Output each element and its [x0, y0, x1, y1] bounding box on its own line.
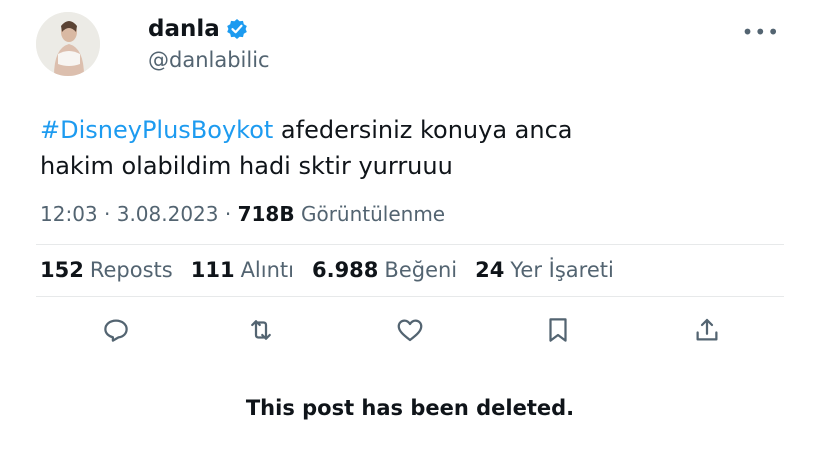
bookmark-icon[interactable]	[534, 306, 582, 354]
like-icon[interactable]	[386, 306, 434, 354]
tweet-header: danla @danlabilic •••	[36, 12, 796, 78]
avatar[interactable]	[36, 12, 100, 76]
meta-separator: ·	[224, 202, 232, 226]
quotes-label: Alıntı	[240, 258, 294, 282]
likes-stat[interactable]: 6.988 Beğeni	[312, 258, 457, 282]
divider	[36, 244, 784, 245]
divider	[36, 296, 784, 297]
verified-badge-icon	[226, 18, 248, 40]
views-label: Görüntülenme	[300, 202, 446, 226]
reposts-label: Reposts	[89, 258, 173, 282]
tweet-time[interactable]: 12:03	[40, 202, 98, 226]
meta-separator: ·	[104, 202, 111, 226]
reposts-stat[interactable]: 152 Reposts	[40, 258, 173, 282]
likes-label: Beğeni	[384, 258, 458, 282]
more-options-icon[interactable]: •••	[742, 20, 780, 44]
tweet-text-line2: hakim olabildim hadi sktir yurruuu	[40, 152, 453, 180]
bookmarks-label: Yer İşareti	[510, 258, 614, 282]
quotes-stat[interactable]: 111 Alıntı	[191, 258, 294, 282]
engagement-stats: 152 Reposts 111 Alıntı 6.988 Beğeni 24 Yer İ…	[40, 258, 632, 282]
bookmarks-stat[interactable]: 24 Yer İşareti	[475, 258, 614, 282]
tweet-date[interactable]: 3.08.2023	[117, 202, 219, 226]
deleted-notice: This post has been deleted.	[245, 396, 575, 420]
action-bar	[40, 306, 740, 354]
share-icon[interactable]	[683, 306, 731, 354]
quotes-count: 111	[190, 258, 235, 282]
tweet-meta: 12:03 · 3.08.2023 · 718B Görüntülenme	[40, 202, 445, 226]
views-count: 718B	[237, 202, 295, 226]
hashtag-link[interactable]: #DisneyPlusBoykot	[40, 116, 273, 144]
tweet-text: #DisneyPlusBoykot afedersiniz konuya anc…	[40, 112, 760, 184]
display-name[interactable]: danla	[148, 16, 220, 42]
likes-count: 6.988	[311, 258, 379, 282]
bookmarks-count: 24	[475, 258, 505, 282]
tweet-text-line1: afedersiniz konuya anca	[273, 116, 573, 144]
repost-icon[interactable]	[237, 306, 285, 354]
user-handle[interactable]: @danlabilic	[148, 48, 270, 72]
reply-icon[interactable]	[92, 306, 140, 354]
reposts-count: 152	[40, 258, 84, 282]
